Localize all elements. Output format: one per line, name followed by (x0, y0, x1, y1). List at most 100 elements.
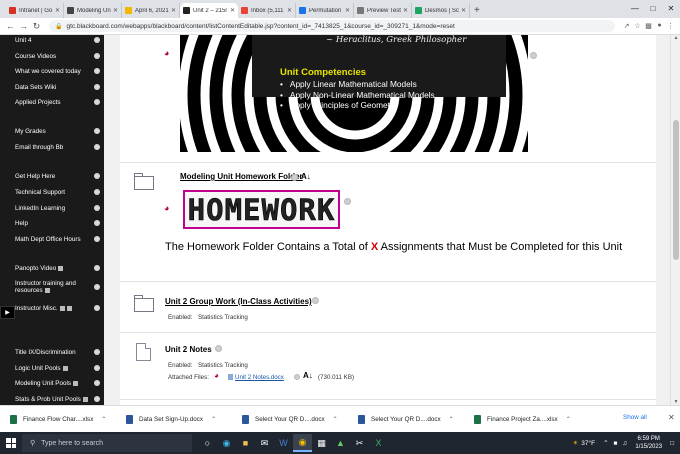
notifications-icon[interactable]: □ (670, 440, 674, 447)
address-bar[interactable]: 🔒 gtc.blackboard.com/webapps/blackboard/… (49, 20, 615, 32)
download-item[interactable]: Select Your QR D....docx ⌃ (242, 406, 338, 433)
chevron-up-icon[interactable]: ⌃ (449, 416, 454, 423)
tab-close-icon[interactable]: ✕ (171, 7, 176, 14)
sidebar-item-panopto-video[interactable]: Panopto Video (0, 261, 104, 275)
forward-icon[interactable]: → (17, 21, 30, 31)
sidebar-item-logic-unit-pools[interactable]: Logic Unit Pools (0, 361, 104, 375)
windows-start-icon[interactable] (6, 438, 16, 448)
download-item[interactable]: Select Your QR D....docx ⌃ (358, 406, 454, 433)
file-explorer-icon[interactable]: ■ (236, 434, 255, 452)
item-options-icon[interactable] (215, 345, 222, 352)
task-view-icon[interactable]: ○ (198, 434, 217, 452)
chevron-up-icon[interactable]: ⌃ (101, 416, 106, 423)
profile-icon[interactable]: ● (654, 22, 665, 30)
sidebar-item-what-we-covered[interactable]: What we covered today (0, 64, 104, 78)
tab-close-icon[interactable]: ✕ (345, 7, 350, 14)
options-icon[interactable] (94, 396, 100, 402)
attachment-link[interactable]: Unit 2 Notes.docx (235, 374, 284, 381)
tab-close-icon[interactable]: ✕ (113, 7, 118, 14)
sidebar-item-modeling-unit-pools[interactable]: Modeling Unit Pools (0, 376, 104, 390)
tab-close-icon[interactable]: ✕ (230, 7, 235, 14)
browser-tab[interactable]: Modeling Un ✕ (64, 3, 122, 18)
options-icon[interactable] (94, 37, 100, 43)
extensions-icon[interactable]: ▩ (643, 22, 654, 30)
edge-icon[interactable]: ◉ (217, 434, 236, 452)
options-icon[interactable] (94, 349, 100, 355)
close-downloads-icon[interactable]: ✕ (668, 413, 675, 422)
network-icon[interactable]: ■ (614, 440, 618, 447)
options-icon[interactable] (94, 380, 100, 386)
sidebar-item-office-hours[interactable]: Math Dept Office Hours (0, 232, 104, 246)
download-item[interactable]: Finance Project Za....xlsx ⌃ (474, 406, 571, 433)
tab-close-icon[interactable]: ✕ (461, 7, 466, 14)
browser-tab[interactable]: Permutation ✕ (296, 3, 354, 18)
chevron-up-icon[interactable]: ⌃ (333, 416, 338, 423)
menu-collapse-handle[interactable]: ▶ (0, 306, 15, 319)
sidebar-item-title-ix[interactable]: Title IX/Discrimination (0, 345, 104, 359)
maps-icon[interactable]: ▲ (331, 434, 350, 452)
tab-close-icon[interactable]: ✕ (403, 7, 408, 14)
options-icon[interactable] (94, 265, 100, 271)
options-icon[interactable] (94, 284, 100, 290)
options-icon[interactable] (94, 144, 100, 150)
sidebar-item-help[interactable]: Help (0, 216, 104, 230)
mail-icon[interactable]: ✉ (255, 434, 274, 452)
sidebar-item-technical-support[interactable]: Technical Support (0, 185, 104, 199)
menu-icon[interactable]: ⋮ (665, 22, 676, 30)
options-icon[interactable] (94, 189, 100, 195)
new-tab-button[interactable]: + (474, 3, 480, 18)
browser-tab[interactable]: Desmos | Sc ✕ (412, 3, 470, 18)
options-icon[interactable] (94, 68, 100, 74)
options-icon[interactable] (94, 99, 100, 105)
calculator-icon[interactable]: ▦ (312, 434, 331, 452)
sidebar-item-unit-4[interactable]: Unit 4 (0, 35, 104, 47)
show-all-downloads-link[interactable]: Show all (623, 414, 647, 421)
browser-tab[interactable]: Intranet | Go ✕ (6, 3, 64, 18)
options-icon[interactable] (94, 205, 100, 211)
page-scrollbar[interactable]: ▲ ▼ (670, 35, 680, 405)
maximize-icon[interactable]: □ (644, 0, 662, 18)
scroll-up-icon[interactable]: ▲ (671, 35, 680, 41)
sidebar-item-get-help[interactable]: Get Help Here (0, 169, 104, 183)
back-icon[interactable]: ← (4, 21, 17, 31)
sidebar-item-linkedin-learning[interactable]: LinkedIn Learning (0, 201, 104, 215)
tray-chevron-icon[interactable]: ⌃ (603, 439, 608, 447)
browser-tab[interactable]: Preview Test ✕ (354, 3, 412, 18)
options-icon[interactable] (94, 53, 100, 59)
tab-close-icon[interactable]: ✕ (55, 7, 60, 14)
item-options-icon[interactable] (291, 174, 298, 181)
options-icon[interactable] (94, 84, 100, 90)
chrome-icon[interactable]: ◉ (293, 434, 312, 452)
word-icon[interactable]: W (274, 434, 293, 452)
chevron-up-icon[interactable]: ⌃ (566, 416, 571, 423)
sidebar-item-instructor-training[interactable]: Instructor training and resources (0, 277, 104, 297)
clock[interactable]: 6:59 PM 1/15/2023 (635, 435, 662, 451)
reload-icon[interactable]: ↻ (30, 21, 43, 32)
taskbar-search-box[interactable]: ⚲ Type here to search (22, 434, 192, 452)
weather-temp[interactable]: 37°F (581, 440, 595, 447)
options-icon[interactable] (94, 220, 100, 226)
tab-close-icon[interactable]: ✕ (287, 7, 292, 14)
homework-folder-link[interactable]: Modeling Unit Homework Folder (180, 172, 303, 181)
star-icon[interactable]: ☆ (632, 22, 643, 30)
close-icon[interactable]: ✕ (662, 0, 680, 18)
share-icon[interactable]: ↗ (621, 22, 632, 30)
sidebar-item-instructor-misc[interactable]: Instructor Misc. (0, 301, 104, 315)
item-options-icon[interactable] (530, 52, 537, 59)
browser-tab[interactable]: April 6, 2021 ✕ (122, 3, 180, 18)
volume-icon[interactable]: ♫ (622, 440, 627, 447)
options-icon[interactable] (94, 365, 100, 371)
options-icon[interactable] (94, 236, 100, 242)
group-work-folder-link[interactable]: Unit 2 Group Work (In-Class Activities) (165, 297, 312, 306)
options-icon[interactable] (94, 305, 100, 311)
browser-tab[interactable]: Inbox (5,111 ✕ (238, 3, 296, 18)
item-options-icon[interactable] (312, 297, 319, 304)
attachment-options-icon[interactable] (294, 374, 300, 380)
sidebar-item-data-sets-wiki[interactable]: Data Sets Wiki (0, 80, 104, 94)
unit-notes-title[interactable]: Unit 2 Notes (165, 345, 212, 354)
download-item[interactable]: Data Set Sign-Up.docx ⌃ (126, 406, 216, 433)
item-options-icon[interactable] (344, 198, 351, 205)
minimize-icon[interactable]: — (626, 0, 644, 18)
scrollbar-thumb[interactable] (673, 120, 679, 260)
excel-icon[interactable]: X (369, 434, 388, 452)
